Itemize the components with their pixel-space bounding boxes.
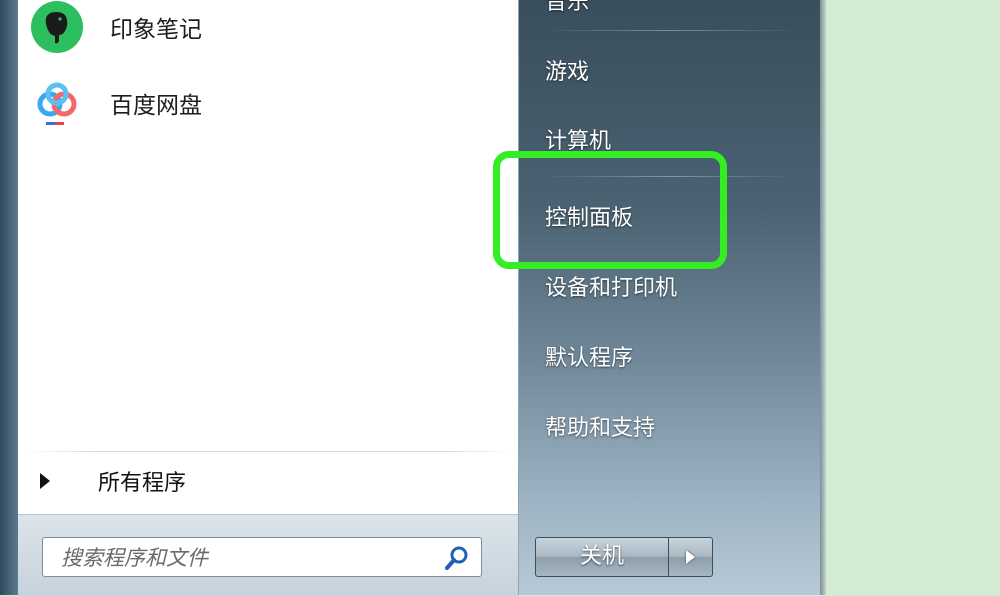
divider [539,30,799,31]
start-menu-left-pane: 印象笔记 百度网盘 所有程序 [18,0,519,596]
shutdown-button[interactable]: 关机 [535,537,669,577]
triangle-right-icon [686,550,695,564]
triangle-right-icon [40,473,50,489]
search-box[interactable] [42,537,482,577]
pinned-program-evernote[interactable]: 印象笔记 [26,0,506,60]
divider [539,176,799,177]
all-programs-button[interactable]: 所有程序 [28,458,508,504]
right-menu-item-computer[interactable]: 计算机 [545,123,611,155]
pinned-program-baidu-netdisk[interactable]: 百度网盘 [26,70,506,136]
right-menu-item-games[interactable]: 游戏 [545,54,589,86]
baidu-netdisk-icon [30,76,84,130]
window-left-frame [0,0,18,595]
right-menu-item-music[interactable]: 音乐 [545,0,589,16]
all-programs-label: 所有程序 [98,471,187,496]
right-menu-item-control-panel[interactable]: 控制面板 [545,200,633,232]
divider [26,451,516,452]
magnifier-icon[interactable] [443,544,471,572]
right-menu-item-default-programs[interactable]: 默认程序 [545,340,633,372]
search-bar-area [18,514,518,596]
start-menu-right-pane: 音乐 游戏 计算机 控制面板 设备和打印机 默认程序 帮助和支持 [519,0,820,595]
right-menu-item-help-support[interactable]: 帮助和支持 [545,410,655,442]
pinned-program-label: 印象笔记 [110,17,202,43]
right-menu-item-devices-printers[interactable]: 设备和打印机 [545,270,677,302]
evernote-elephant-icon [30,0,84,54]
shutdown-options-button[interactable] [669,537,713,577]
pinned-program-label: 百度网盘 [110,93,202,119]
window-right-frame [820,0,826,595]
search-input[interactable] [59,544,443,572]
